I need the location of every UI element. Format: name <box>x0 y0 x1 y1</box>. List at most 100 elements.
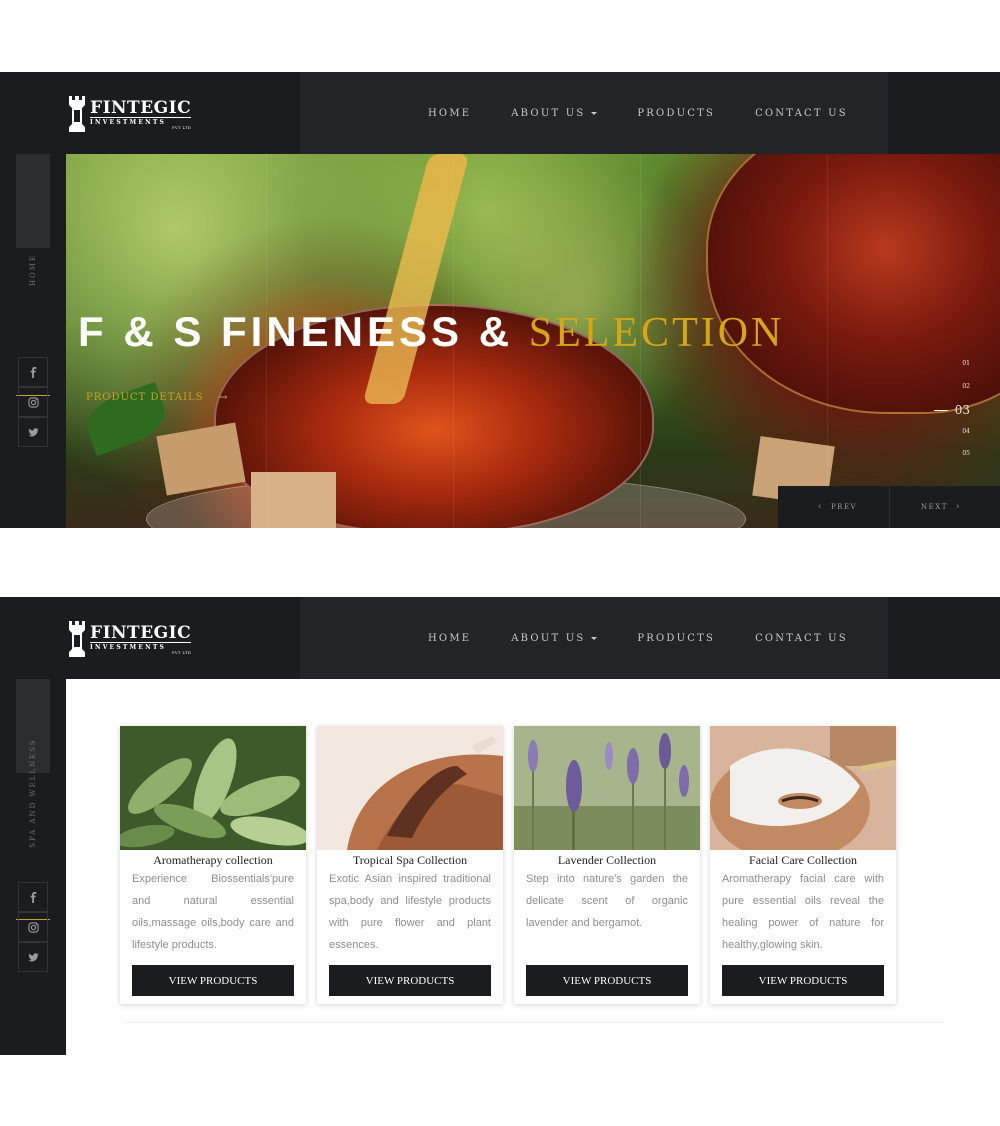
pager-item-04[interactable]: 04 <box>962 428 970 435</box>
main-nav: HOME ABOUT US PRODUCTS CONTACT US <box>428 597 848 679</box>
hero-image-sugar <box>156 422 246 496</box>
sidebar-section-label: HOME <box>29 253 37 287</box>
caret-down-icon <box>591 111 598 115</box>
instagram-link[interactable] <box>18 912 48 942</box>
products-section: Aromatherapy collection Experience Bioss… <box>66 679 1000 1055</box>
view-products-button[interactable]: VIEW PRODUCTS <box>329 965 491 996</box>
left-sidebar: SPA AND WELLNESS <box>0 679 66 1055</box>
chevron-right-icon: › <box>955 502 961 512</box>
sidebar-section-label: SPA AND WELLNESS <box>29 738 37 848</box>
twitter-link[interactable] <box>18 942 48 972</box>
product-card-aromatherapy: Aromatherapy collection Experience Bioss… <box>120 726 306 1004</box>
arrow-right-icon: → <box>217 390 229 404</box>
product-description: Exotic Asian inspired traditional spa,bo… <box>329 873 491 951</box>
nav-home[interactable]: HOME <box>428 633 471 644</box>
instagram-icon <box>27 921 39 933</box>
brand-name: FINTEGIC <box>90 97 192 118</box>
brand-suffix: PVT LTD <box>172 125 192 130</box>
prev-label: PREV <box>830 503 858 511</box>
brand-tagline: INVESTMENTS <box>90 641 192 651</box>
instagram-icon <box>27 396 39 408</box>
hero-title-gold: SELECTION <box>528 310 785 356</box>
facebook-link[interactable] <box>18 882 48 912</box>
facial-mask-image <box>710 726 896 850</box>
nav-about[interactable]: ABOUT US <box>511 107 598 119</box>
caret-down-icon <box>591 636 598 640</box>
twitter-icon <box>27 427 39 436</box>
nav-about[interactable]: ABOUT US <box>511 632 598 644</box>
nav-about-label: ABOUT US <box>511 107 586 119</box>
nav-home[interactable]: HOME <box>428 108 471 119</box>
sidebar-block <box>16 154 50 248</box>
pager-item-03[interactable]: 03 <box>955 403 970 417</box>
brand-logo[interactable]: FINTEGIC INVESTMENTS PVT LTD <box>66 94 192 134</box>
header-right-cell <box>888 597 1000 679</box>
rook-icon <box>69 96 85 132</box>
products-screen: FINTEGIC INVESTMENTS PVT LTD HOME ABOUT … <box>0 597 1000 1055</box>
product-image-aromatherapy <box>120 726 306 850</box>
brand-wordmark: FINTEGIC INVESTMENTS PVT LTD <box>90 97 192 130</box>
next-button[interactable]: NEXT › <box>889 486 1000 528</box>
view-products-button[interactable]: VIEW PRODUCTS <box>132 965 294 996</box>
nav-about-label: ABOUT US <box>511 632 586 644</box>
hero-screen: FINTEGIC INVESTMENTS PVT LTD HOME ABOUT … <box>0 72 1000 528</box>
site-header: FINTEGIC INVESTMENTS PVT LTD HOME ABOUT … <box>0 72 1000 154</box>
brand-tagline: INVESTMENTS <box>90 116 192 126</box>
nav-contact[interactable]: CONTACT US <box>755 633 848 644</box>
product-card-facial-care: Facial Care Collection Aromatherapy faci… <box>710 726 896 1004</box>
view-products-button[interactable]: VIEW PRODUCTS <box>526 965 688 996</box>
next-label: NEXT <box>921 503 948 511</box>
main-nav: HOME ABOUT US PRODUCTS CONTACT US <box>428 72 848 154</box>
product-details-link[interactable]: PRODUCT DETAILS → <box>86 390 229 404</box>
product-image-tropical-spa <box>317 726 503 850</box>
section-divider <box>124 1022 944 1023</box>
left-sidebar: HOME <box>0 154 66 528</box>
nav-products[interactable]: PRODUCTS <box>637 633 715 644</box>
hero-image-sugar <box>251 472 336 528</box>
instagram-link[interactable] <box>18 387 48 417</box>
grid-line <box>827 154 828 528</box>
header-right-cell <box>888 72 1000 154</box>
pager-item-05[interactable]: 05 <box>962 450 970 457</box>
view-products-button[interactable]: VIEW PRODUCTS <box>722 965 884 996</box>
brand-suffix: PVT LTD <box>172 650 192 655</box>
product-details-label: PRODUCT DETAILS <box>86 391 204 403</box>
nav-contact[interactable]: CONTACT US <box>755 108 848 119</box>
twitter-link[interactable] <box>18 417 48 447</box>
spa-shoulder-image <box>317 726 503 850</box>
product-card-lavender: Lavender Collection Step into nature's g… <box>514 726 700 1004</box>
hero-image-teapot <box>706 154 1000 414</box>
product-title: Lavender Collection <box>557 853 657 867</box>
slider-controls: ‹ PREV NEXT › <box>778 486 1000 528</box>
logo-cell: FINTEGIC INVESTMENTS PVT LTD <box>0 72 300 154</box>
logo-cell: FINTEGIC INVESTMENTS PVT LTD <box>0 597 300 679</box>
product-image-lavender <box>514 726 700 850</box>
pager-item-01[interactable]: 01 <box>962 360 970 367</box>
succulent-image <box>120 726 306 850</box>
product-description: Experience Biossentials'pure and natural… <box>132 873 294 951</box>
product-image-facial-care <box>710 726 896 850</box>
product-title: Aromatherapy collection <box>153 853 273 867</box>
twitter-icon <box>27 952 39 961</box>
pager-active-dash <box>934 410 948 411</box>
facebook-link[interactable] <box>18 357 48 387</box>
product-description: Step into nature's garden the delicate s… <box>526 873 688 929</box>
brand-name: FINTEGIC <box>90 622 192 643</box>
lavender-image <box>514 726 700 850</box>
hero-title: F & S FINENESS & SELECTION <box>78 308 784 357</box>
chevron-left-icon: ‹ <box>817 502 823 512</box>
rook-icon <box>69 621 85 657</box>
hero-title-white: F & S FINENESS & <box>78 308 514 355</box>
nav-products[interactable]: PRODUCTS <box>637 108 715 119</box>
facebook-icon <box>30 366 36 378</box>
product-title: Tropical Spa Collection <box>352 853 468 867</box>
pager-item-02[interactable]: 02 <box>962 383 970 390</box>
brand-logo[interactable]: FINTEGIC INVESTMENTS PVT LTD <box>66 619 192 659</box>
prev-button[interactable]: ‹ PREV <box>778 486 889 528</box>
facebook-icon <box>30 891 36 903</box>
product-title: Facial Care Collection <box>749 853 857 867</box>
site-header: FINTEGIC INVESTMENTS PVT LTD HOME ABOUT … <box>0 597 1000 679</box>
brand-wordmark: FINTEGIC INVESTMENTS PVT LTD <box>90 622 192 655</box>
product-card-tropical-spa: Tropical Spa Collection Exotic Asian ins… <box>317 726 503 1004</box>
hero-slider: F & S FINENESS & SELECTION PRODUCT DETAI… <box>66 154 1000 528</box>
